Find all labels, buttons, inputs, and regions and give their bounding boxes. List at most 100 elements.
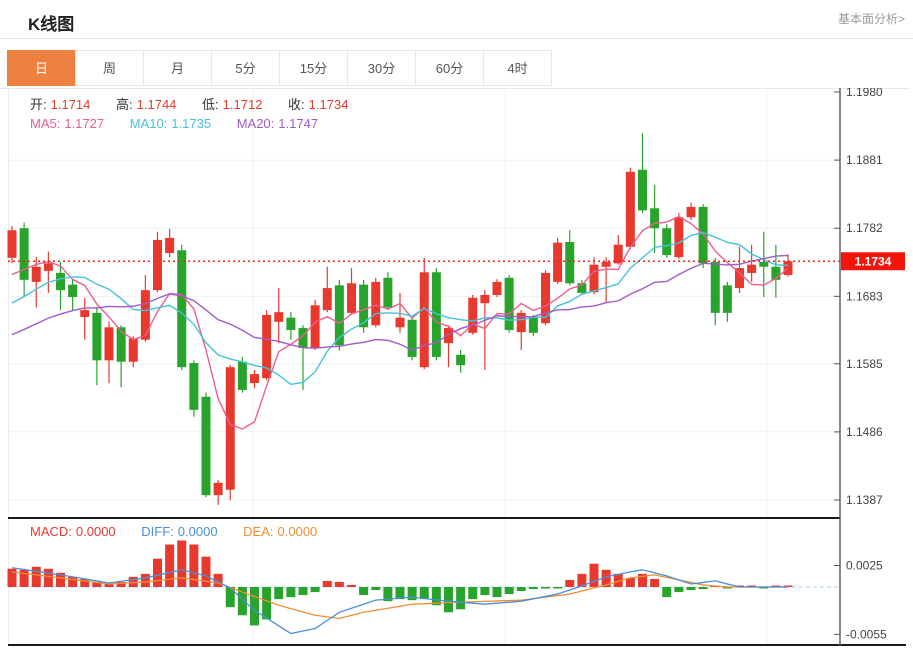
candle-body bbox=[420, 272, 429, 367]
macd-bar bbox=[493, 587, 502, 597]
macd-bar bbox=[674, 587, 683, 592]
macd-bar bbox=[662, 587, 671, 597]
macd-bar bbox=[590, 564, 599, 587]
ma20-label: MA20: bbox=[237, 116, 275, 131]
price-tick-label: 1.1486 bbox=[846, 425, 883, 439]
candle-body bbox=[638, 170, 647, 211]
macd-bar bbox=[517, 587, 526, 591]
low-value: 1.1712 bbox=[223, 97, 263, 112]
candle-body bbox=[238, 362, 247, 390]
tab-month[interactable]: 月 bbox=[143, 50, 212, 86]
candle-body bbox=[396, 318, 405, 328]
close-label: 收: bbox=[288, 97, 305, 112]
candle-body bbox=[541, 273, 550, 323]
candle-body bbox=[662, 228, 671, 255]
open-value: 1.1714 bbox=[51, 97, 91, 112]
macd-bar bbox=[371, 587, 380, 590]
open-label: 开: bbox=[30, 97, 47, 112]
candle-body bbox=[250, 374, 259, 383]
candle-body bbox=[105, 327, 114, 360]
macd-bar bbox=[565, 580, 574, 587]
macd-bar bbox=[408, 587, 417, 600]
tab-5min[interactable]: 5分 bbox=[211, 50, 280, 86]
candle-body bbox=[189, 363, 198, 410]
candle-body bbox=[129, 338, 138, 361]
period-tabbar: 日 周 月 5分 15分 30分 60分 4时 bbox=[8, 50, 552, 86]
candle-body bbox=[68, 285, 77, 297]
macd-bar bbox=[141, 574, 150, 587]
candle-body bbox=[723, 285, 732, 313]
candle-body bbox=[177, 250, 186, 367]
candle-body bbox=[674, 217, 683, 257]
kline-page: K线图 基本面分析> 日 周 月 5分 15分 30分 60分 4时 1.173… bbox=[0, 0, 913, 650]
macd-label: MACD: bbox=[30, 524, 72, 539]
tab-week[interactable]: 周 bbox=[75, 50, 144, 86]
ohlc-legend: 开:1.1714 高:1.1744 低:1.1712 收:1.1734 bbox=[30, 94, 352, 113]
candle-body bbox=[226, 367, 235, 489]
candle-body bbox=[759, 262, 768, 267]
dea-label: DEA: bbox=[243, 524, 273, 539]
candle-body bbox=[529, 317, 538, 333]
tab-day[interactable]: 日 bbox=[7, 50, 76, 86]
macd-bar bbox=[335, 582, 344, 587]
candle-body bbox=[8, 230, 17, 258]
macd-bar bbox=[202, 557, 211, 587]
macd-bar bbox=[274, 587, 283, 599]
macd-bar bbox=[153, 559, 162, 587]
macd-value: 0.0000 bbox=[76, 524, 116, 539]
candle-body bbox=[141, 290, 150, 340]
tab-60min[interactable]: 60分 bbox=[415, 50, 484, 86]
macd-bar bbox=[456, 587, 465, 609]
candle-body bbox=[20, 228, 29, 280]
macd-bar bbox=[323, 581, 332, 587]
macd-bar bbox=[250, 587, 259, 625]
candle-body bbox=[274, 312, 283, 322]
tab-30min[interactable]: 30分 bbox=[347, 50, 416, 86]
macd-bar bbox=[311, 587, 320, 592]
price-tick-label: 1.1683 bbox=[846, 289, 883, 303]
macd-bar bbox=[444, 587, 453, 612]
candle-body bbox=[214, 483, 223, 495]
candle-body bbox=[117, 327, 126, 361]
tab-15min[interactable]: 15分 bbox=[279, 50, 348, 86]
candle-body bbox=[553, 243, 562, 282]
diff-label: DIFF: bbox=[141, 524, 174, 539]
candle-body bbox=[165, 238, 174, 253]
macd-bar bbox=[299, 587, 308, 595]
ma10-label: MA10: bbox=[130, 116, 168, 131]
candle-body bbox=[747, 265, 756, 273]
fundamental-analysis-link[interactable]: 基本面分析> bbox=[838, 10, 905, 27]
candle-body bbox=[711, 262, 720, 313]
macd-bar bbox=[505, 587, 514, 594]
candle-body bbox=[323, 288, 332, 310]
high-label: 高: bbox=[116, 97, 133, 112]
macd-bar bbox=[468, 587, 477, 599]
macd-bar bbox=[480, 587, 489, 595]
candle-body bbox=[590, 265, 599, 293]
macd-tick-label: -0.0055 bbox=[846, 627, 887, 641]
candle-body bbox=[80, 310, 89, 317]
tab-4hour[interactable]: 4时 bbox=[483, 50, 552, 86]
candle-body bbox=[202, 397, 211, 495]
macd-bar bbox=[165, 545, 174, 587]
candle-body bbox=[687, 207, 696, 217]
candle-body bbox=[44, 263, 53, 271]
macd-tick-label: 0.0025 bbox=[846, 559, 883, 573]
ma-legend: MA5:1.1727 MA10:1.1735 MA20:1.1747 bbox=[30, 116, 322, 131]
candle-body bbox=[565, 242, 574, 283]
pane-bottom-border bbox=[8, 644, 906, 646]
macd-bar bbox=[177, 540, 186, 587]
macd-bar bbox=[553, 587, 562, 589]
macd-bar bbox=[541, 587, 550, 589]
candlestick-chart-canvas[interactable]: 1.17341.19801.18811.17821.16831.15851.14… bbox=[0, 88, 913, 650]
candle-body bbox=[408, 320, 417, 357]
ma5-value: 1.1727 bbox=[64, 116, 104, 131]
macd-bar bbox=[262, 587, 271, 619]
candle-body bbox=[92, 313, 101, 360]
low-label: 低: bbox=[202, 97, 219, 112]
macd-bar bbox=[226, 587, 235, 607]
macd-legend: MACD:0.0000 DIFF:0.0000 DEA:0.0000 bbox=[30, 524, 321, 539]
macd-bar bbox=[529, 587, 538, 589]
candle-body bbox=[602, 262, 611, 267]
candle-body bbox=[444, 328, 453, 343]
